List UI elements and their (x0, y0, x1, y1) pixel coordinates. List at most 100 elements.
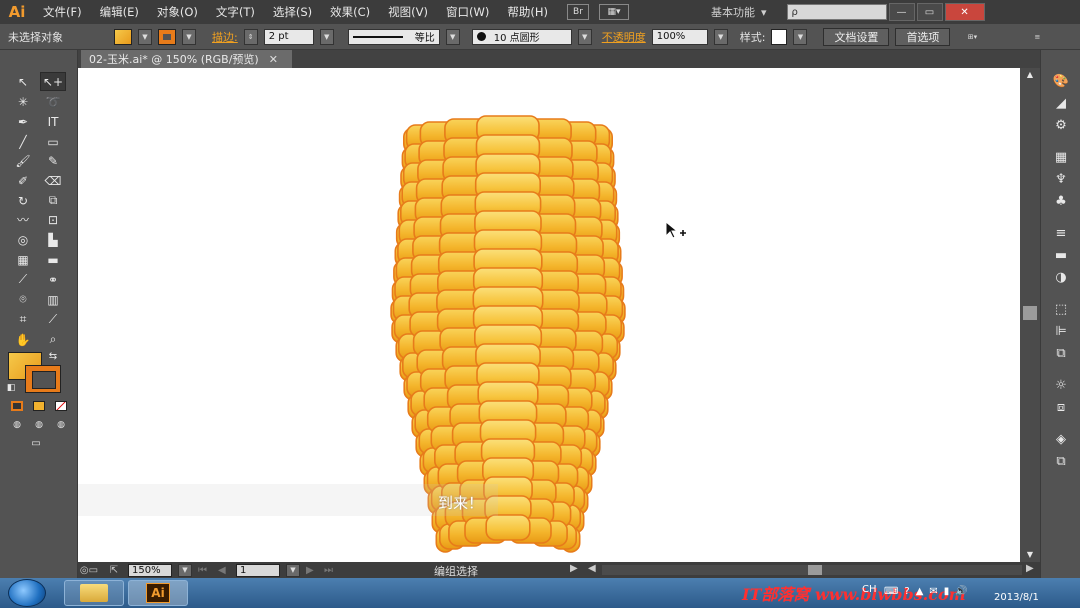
stroke-label[interactable]: 描边: (212, 29, 238, 45)
minimize-button[interactable]: — (888, 3, 915, 21)
scroll-right-icon[interactable]: ▶ (1026, 563, 1034, 574)
draw-inside-icon[interactable]: ◍ (52, 418, 70, 432)
workspace-switcher[interactable]: 基本功能 ▾ (711, 4, 767, 20)
menu-edit[interactable]: 编辑(E) (91, 4, 148, 20)
chevron-down-icon[interactable]: ▼ (445, 28, 460, 45)
prev-artboard-icon[interactable]: ◀ (218, 565, 230, 576)
chevron-down-icon[interactable]: ▼ (178, 563, 192, 577)
align-panel-icon[interactable]: ⊫ (1051, 322, 1071, 340)
tray-icons[interactable]: ⌨?▲✉▮🔊 (884, 586, 974, 597)
style-swatch[interactable] (771, 28, 788, 45)
artboards-panel-icon[interactable]: ⧉ (1051, 452, 1071, 470)
pathfinder-panel-icon[interactable]: ⧉ (1051, 344, 1071, 362)
free-transform-tool-icon[interactable]: ⊡ (40, 210, 66, 229)
taskbar-clock[interactable]: 2013/8/1 (994, 592, 1039, 603)
next-artboard-icon[interactable]: ▶ (306, 565, 318, 576)
appearance-panel-icon[interactable]: ☼ (1051, 376, 1071, 394)
bridge-button[interactable]: Br (566, 4, 589, 20)
share-icon[interactable]: ⇱ (106, 565, 122, 576)
opacity-label[interactable]: 不透明度 (602, 29, 646, 45)
input-language-indicator[interactable]: CH (862, 584, 877, 595)
menu-select[interactable]: 选择(S) (264, 4, 321, 20)
arrange-documents-button[interactable]: ▦▾ (598, 4, 629, 20)
preferences-button[interactable]: 首选项 (895, 27, 951, 46)
brushes-panel-icon[interactable]: ♆ (1051, 170, 1071, 188)
explorer-taskbar-button[interactable] (64, 580, 124, 606)
fill-swatch[interactable] (114, 28, 132, 45)
shape-builder-tool-icon[interactable]: ◎ (10, 230, 36, 249)
group-selection-tool-icon[interactable]: ↖+ (40, 72, 66, 91)
scroll-up-icon[interactable]: ▲ (1023, 68, 1037, 80)
swatches-panel-icon[interactable]: ▦ (1051, 148, 1071, 166)
menu-object[interactable]: 对象(O) (148, 4, 207, 20)
paintbrush-tool-icon[interactable]: 🖌 (10, 151, 36, 170)
chevron-down-icon[interactable]: ▼ (182, 28, 196, 45)
horizontal-scrollbar[interactable] (602, 565, 1022, 575)
scroll-down-icon[interactable]: ▼ (1023, 548, 1037, 560)
restore-button[interactable]: ▭ (916, 3, 943, 21)
chevron-down-icon[interactable]: ▼ (319, 28, 334, 45)
transparency-panel-icon[interactable]: ◑ (1051, 268, 1071, 286)
rotate-tool-icon[interactable]: ↻ (10, 191, 36, 210)
stroke-profile-select[interactable]: 等比 (347, 28, 440, 45)
eraser-tool-icon[interactable]: ⌫ (40, 171, 66, 190)
chevron-down-icon[interactable]: ▼ (138, 28, 152, 45)
stroke-weight-input[interactable]: 2 pt (263, 28, 314, 45)
line-tool-icon[interactable]: ╱ (10, 132, 36, 151)
menu-window[interactable]: 窗口(W) (437, 4, 498, 20)
gradient-tool-icon[interactable]: ▬ (40, 250, 66, 269)
zoom-select[interactable]: 150% (128, 563, 172, 577)
slice-tool-icon[interactable]: ⟋ (40, 310, 66, 329)
menu-help[interactable]: 帮助(H) (498, 4, 557, 20)
zoom-tool-icon[interactable]: ⌕ (40, 330, 66, 349)
artboard-canvas[interactable]: 到来！ (78, 68, 1020, 562)
stroke-color-box[interactable] (25, 365, 61, 393)
menu-view[interactable]: 视图(V) (379, 4, 437, 20)
scroll-left-icon[interactable]: ◀ (588, 563, 596, 574)
chevron-down-icon[interactable]: ▼ (577, 28, 592, 45)
swap-colors-icon[interactable]: ⇆ (46, 350, 60, 362)
symbol-sprayer-tool-icon[interactable]: ⌾ (10, 290, 36, 309)
document-tab[interactable]: 02-玉米.ai* @ 150% (RGB/预览) ✕ (81, 50, 292, 68)
transform-panel-icon[interactable]: ⬚ (1051, 300, 1071, 318)
artboard-number-input[interactable]: 1 (236, 563, 280, 577)
mesh-tool-icon[interactable]: ▦ (10, 250, 36, 269)
pen-tool-icon[interactable]: ✒ (10, 112, 36, 131)
color-guide-icon[interactable]: ◢ (1051, 94, 1071, 112)
scale-tool-icon[interactable]: ⧉ (40, 191, 66, 210)
lasso-tool-icon[interactable]: ➰ (40, 92, 66, 111)
blend-tool-icon[interactable]: ⚭ (40, 270, 66, 289)
illustrator-taskbar-button[interactable]: Ai (128, 580, 188, 606)
type-tool-icon[interactable]: IT (40, 112, 66, 131)
rounded-rect-tool-icon[interactable]: ▭ (40, 132, 66, 151)
status-menu-icon[interactable]: ▶ (570, 563, 578, 574)
opacity-input[interactable]: 100% (651, 28, 708, 45)
gradient-mode-icon[interactable] (30, 398, 48, 414)
blob-brush-tool-icon[interactable]: ✐ (10, 171, 36, 190)
menu-effect[interactable]: 效果(C) (321, 4, 379, 20)
selection-tool-icon[interactable]: ↖ (10, 72, 36, 91)
draw-behind-icon[interactable]: ◍ (30, 418, 48, 432)
brush-select[interactable]: 10 点圆形 (471, 28, 572, 45)
search-input[interactable]: ρ (786, 4, 887, 20)
document-setup-button[interactable]: 文档设置 (823, 27, 890, 46)
scroll-thumb[interactable] (1023, 306, 1037, 320)
warp-tool-icon[interactable]: 〰 (10, 210, 36, 229)
menu-file[interactable]: 文件(F) (34, 4, 91, 20)
panel-menu-icon[interactable]: ≡ (1030, 29, 1044, 45)
start-button[interactable] (8, 579, 46, 607)
chevron-down-icon[interactable]: ▼ (286, 563, 300, 577)
stroke-panel-icon[interactable]: ≡ (1051, 224, 1071, 242)
kuler-icon[interactable]: ⚙ (1051, 116, 1071, 134)
stepper-icon[interactable]: ⇕ (243, 28, 258, 45)
eyedropper-tool-icon[interactable]: ⟋ (10, 270, 36, 289)
graph-tool-icon[interactable]: ▙ (40, 230, 66, 249)
chevron-down-icon[interactable]: ▼ (793, 28, 808, 45)
color-panel-icon[interactable]: 🎨 (1051, 72, 1071, 90)
column-graph-tool-icon[interactable]: ▥ (40, 290, 66, 309)
layers-panel-icon[interactable]: ◈ (1051, 430, 1071, 448)
stroke-swatch[interactable] (158, 28, 176, 45)
pencil-tool-icon[interactable]: ✎ (40, 151, 66, 170)
close-icon[interactable]: ✕ (269, 53, 278, 66)
close-window-button[interactable]: ✕ (944, 3, 985, 21)
